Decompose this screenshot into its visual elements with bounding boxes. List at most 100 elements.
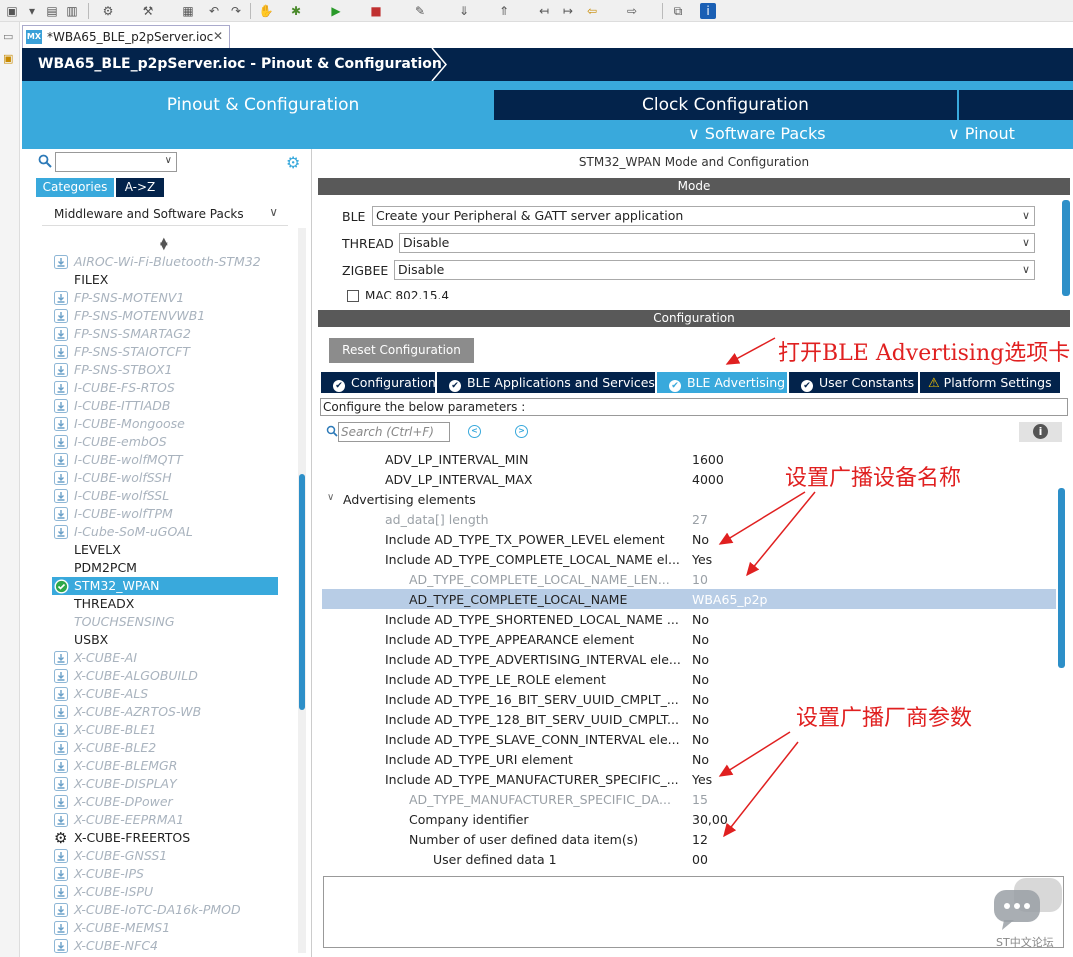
forward-edit-icon[interactable]: ↦ xyxy=(560,3,576,19)
parameter-value[interactable]: 00 xyxy=(692,852,708,867)
tree-item[interactable]: I-CUBE-wolfSSH xyxy=(52,469,278,487)
tree-item[interactable]: PDM2PCM xyxy=(52,559,278,577)
tree-item[interactable]: I-CUBE-FS-RTOS xyxy=(52,379,278,397)
parameter-value[interactable]: No xyxy=(692,752,709,767)
parameter-value[interactable]: No xyxy=(692,672,709,687)
back-edit-icon[interactable]: ↤ xyxy=(536,3,552,19)
tree-item[interactable]: I-Cube-SoM-uGOAL xyxy=(52,523,278,541)
middleware-group-header[interactable]: Middleware and Software Packs ∨ xyxy=(42,202,288,226)
tree-item[interactable]: I-CUBE-wolfTPM xyxy=(52,505,278,523)
parameter-row[interactable]: Include AD_TYPE_ADVERTISING_INTERVAL ele… xyxy=(322,649,1056,669)
left-scrollbar-thumb[interactable] xyxy=(299,474,305,710)
software-packs-menu[interactable]: ∨ Software Packs xyxy=(688,124,826,143)
tree-item[interactable]: X-CUBE-AI xyxy=(52,649,278,667)
new-icon[interactable]: ▣ xyxy=(4,3,20,19)
parameter-row[interactable]: AD_TYPE_COMPLETE_LOCAL_NAME_LEN... 10 xyxy=(322,569,1056,589)
info-button[interactable]: i xyxy=(1019,422,1062,442)
parameter-value[interactable]: 30,00 xyxy=(692,812,728,827)
parameter-value[interactable]: No xyxy=(692,612,709,627)
tree-item[interactable]: AIROC-Wi-Fi-Bluetooth-STM32 xyxy=(52,253,278,271)
parameter-value[interactable]: 12 xyxy=(692,832,708,847)
build-settings-icon[interactable]: ⚙ xyxy=(100,3,116,19)
parameter-row[interactable]: ad_data[] length 27 xyxy=(322,509,1056,529)
tree-item[interactable]: X-CUBE-MEMS1 xyxy=(52,919,278,937)
tree-item[interactable]: I-CUBE-ITTIADB xyxy=(52,397,278,415)
tree-item[interactable]: I-CUBE-wolfMQTT xyxy=(52,451,278,469)
parameter-value[interactable]: No xyxy=(692,532,709,547)
back-icon[interactable]: ⇦ xyxy=(584,3,600,19)
tree-item[interactable]: X-CUBE-BLE2 xyxy=(52,739,278,757)
pinout-menu[interactable]: ∨ Pinout xyxy=(948,124,1015,143)
save-all-icon[interactable]: ▥ xyxy=(64,3,80,19)
tree-item[interactable]: X-CUBE-DPower xyxy=(52,793,278,811)
parameter-value[interactable]: Yes xyxy=(692,552,712,567)
tree-item[interactable]: FP-SNS-SMARTAG2 xyxy=(52,325,278,343)
parameter-value[interactable]: No xyxy=(692,712,709,727)
tree-item[interactable]: X-CUBE-ISPU xyxy=(52,883,278,901)
project-explorer-icon[interactable]: ▣ xyxy=(3,52,13,65)
thread-mode-select[interactable]: Disable ∨ xyxy=(399,233,1035,253)
gear-icon[interactable]: ⚙ xyxy=(286,153,300,172)
tree-item[interactable]: X-CUBE-BLE1 xyxy=(52,721,278,739)
tree-item[interactable]: X-CUBE-IPS xyxy=(52,865,278,883)
parameter-row[interactable]: Include AD_TYPE_SHORTENED_LOCAL_NAME ...… xyxy=(322,609,1056,629)
parameter-value[interactable]: 4000 xyxy=(692,472,724,487)
tree-item[interactable]: X-CUBE-EEPRMA1 xyxy=(52,811,278,829)
parameter-value[interactable]: 1600 xyxy=(692,452,724,467)
tree-item[interactable]: ⚙ X-CUBE-FREERTOS xyxy=(52,829,278,847)
tree-item[interactable]: USBX xyxy=(52,631,278,649)
tree-item[interactable]: FP-SNS-MOTENV1 xyxy=(52,289,278,307)
tree-item[interactable]: X-CUBE-DISPLAY xyxy=(52,775,278,793)
tab-ble-applications-and-services[interactable]: ✔ BLE Applications and Services xyxy=(437,372,655,393)
forward-icon[interactable]: ⇨ xyxy=(624,3,640,19)
parameter-row[interactable]: Include AD_TYPE_SLAVE_CONN_INTERVAL ele.… xyxy=(322,729,1056,749)
restore-icon[interactable]: ▭ xyxy=(3,30,13,43)
parameter-row[interactable]: Number of user defined data item(s) 12 xyxy=(322,829,1056,849)
parameter-row[interactable]: Include AD_TYPE_MANUFACTURER_SPECIFIC_..… xyxy=(322,769,1056,789)
tab-configuration[interactable]: ✔ Configuration xyxy=(321,372,436,393)
tab-a-to-z[interactable]: A->Z xyxy=(116,178,164,197)
save-icon[interactable]: ▤ xyxy=(44,3,60,19)
tab-user-constants[interactable]: ✔ User Constants xyxy=(789,372,918,393)
tree-item[interactable]: I-CUBE-wolfSSL xyxy=(52,487,278,505)
tab-ble-advertising[interactable]: ✔ BLE Advertising xyxy=(657,372,787,393)
tree-item[interactable]: X-CUBE-IoTC-DA16k-PMOD xyxy=(52,901,278,919)
tree-item[interactable]: FP-SNS-MOTENVWB1 xyxy=(52,307,278,325)
tab-project-manager[interactable] xyxy=(957,90,1073,120)
tree-item[interactable]: X-CUBE-ALS xyxy=(52,685,278,703)
tree-item[interactable]: X-CUBE-ALGOBUILD xyxy=(52,667,278,685)
parameter-row[interactable]: Include AD_TYPE_APPEARANCE element No xyxy=(322,629,1056,649)
parameter-value[interactable]: 10 xyxy=(692,572,708,587)
run-icon[interactable]: ▶ xyxy=(328,3,344,19)
tab-categories[interactable]: Categories xyxy=(36,178,114,197)
parameter-value[interactable]: 27 xyxy=(692,512,708,527)
parameter-value[interactable]: No xyxy=(692,692,709,707)
close-icon[interactable]: ✕ xyxy=(213,29,223,43)
parameter-row[interactable]: User defined data 1 00 xyxy=(322,849,1056,869)
hammer-icon[interactable]: ⚒ xyxy=(140,3,156,19)
parameter-row[interactable]: AD_TYPE_COMPLETE_LOCAL_NAME WBA65_p2p xyxy=(322,589,1056,609)
tab-clock-configuration[interactable]: Clock Configuration xyxy=(494,90,957,120)
parameter-row[interactable]: Include AD_TYPE_TX_POWER_LEVEL element No xyxy=(322,529,1056,549)
parameter-value[interactable]: 15 xyxy=(692,792,708,807)
tree-item[interactable]: X-CUBE-AZRTOS-WB xyxy=(52,703,278,721)
stop-icon[interactable]: ■ xyxy=(368,3,384,19)
tab-pinout-configuration[interactable]: Pinout & Configuration xyxy=(32,90,494,120)
tree-item[interactable]: X-CUBE-GNSS1 xyxy=(52,847,278,865)
previous-match-icon[interactable]: < xyxy=(468,425,481,438)
tree-item[interactable]: LEVELX xyxy=(52,541,278,559)
parameter-row[interactable]: Include AD_TYPE_URI element No xyxy=(322,749,1056,769)
next-match-icon[interactable]: > xyxy=(515,425,528,438)
parameter-search-input[interactable]: Search (Ctrl+F) xyxy=(338,422,450,442)
category-search-input[interactable]: ∨ xyxy=(55,152,177,172)
tree-item[interactable]: THREADX xyxy=(52,595,278,613)
tree-item[interactable]: FP-SNS-STBOX1 xyxy=(52,361,278,379)
tree-item[interactable]: TOUCHSENSING xyxy=(52,613,278,631)
reset-configuration-button[interactable]: Reset Configuration xyxy=(329,338,474,363)
tree-item[interactable]: STM32_WPAN xyxy=(52,577,278,595)
dropdown-icon[interactable]: ▾ xyxy=(24,3,40,19)
debug-icon[interactable]: ✱ xyxy=(288,3,304,19)
collapse-icon[interactable]: ∨ xyxy=(327,492,334,503)
tree-item[interactable]: FILEX xyxy=(52,271,278,289)
tree-item[interactable]: X-CUBE-NFC4 xyxy=(52,937,278,955)
